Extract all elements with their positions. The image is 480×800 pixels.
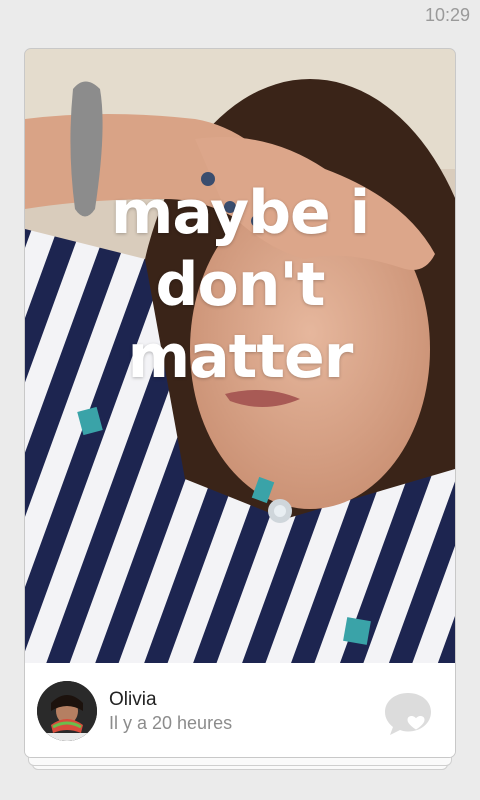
caption-line: matter: [127, 322, 354, 392]
post-caption: maybe i don't matter: [25, 177, 455, 393]
post-footer: Olivia Il y a 20 heures: [25, 663, 455, 757]
post-card[interactable]: maybe i don't matter Olivia Il y a 20 he…: [24, 48, 456, 758]
speech-bubble-heart-icon: [385, 693, 431, 735]
caption-line: maybe i: [110, 178, 370, 248]
caption-line: don't: [155, 250, 326, 320]
author-name[interactable]: Olivia: [109, 689, 157, 711]
avatar-image: [37, 681, 97, 741]
post-timestamp: Il y a 20 heures: [109, 713, 233, 733]
post-photo[interactable]: maybe i don't matter: [25, 49, 455, 663]
status-time: 10:29: [424, 5, 470, 25]
comment-heart-button[interactable]: [383, 689, 433, 737]
avatar[interactable]: [37, 681, 97, 741]
